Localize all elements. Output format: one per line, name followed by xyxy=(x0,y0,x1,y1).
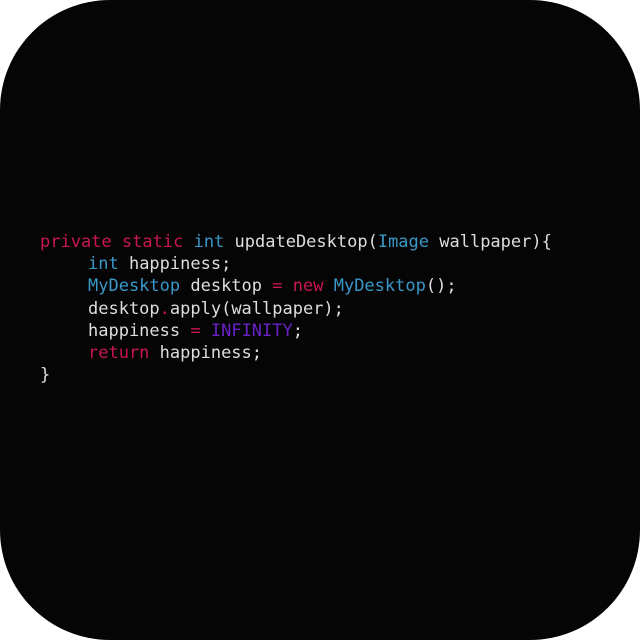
code-token-text: happiness; xyxy=(149,342,263,363)
code-token-text: happiness; xyxy=(118,254,232,275)
code-line: happiness = INFINITY; xyxy=(40,320,552,342)
code-line: } xyxy=(40,364,552,386)
code-token-type: MyDesktop xyxy=(88,276,181,297)
code-token-text: wallpaper){ xyxy=(429,232,552,252)
code-token-keyword: return xyxy=(88,342,150,363)
code-token-text: (); xyxy=(425,276,457,297)
code-token-type: int xyxy=(193,232,225,252)
code-token-constant: INFINITY xyxy=(210,320,293,341)
code-token-text: ; xyxy=(292,320,303,341)
code-token-text: desktop xyxy=(88,298,160,319)
code-line: MyDesktop desktop = new MyDesktop(); xyxy=(40,275,552,297)
code-token-type: int xyxy=(88,254,119,275)
code-line: int happiness; xyxy=(40,253,552,275)
code-token-text: } xyxy=(40,365,51,386)
code-token-type: MyDesktop xyxy=(333,276,426,297)
wallpaper-tile: private static int updateDesktop(Image w… xyxy=(0,0,640,640)
code-snippet: private static int updateDesktop(Image w… xyxy=(40,231,552,386)
code-token-text: updateDesktop( xyxy=(224,232,378,252)
code-token-operator: = xyxy=(190,320,201,341)
code-token-operator: = xyxy=(272,276,283,297)
code-token-keyword: private xyxy=(40,232,112,252)
code-token-text: desktop xyxy=(180,276,273,297)
code-line: desktop.apply(wallpaper); xyxy=(40,298,552,320)
code-token-text: happiness xyxy=(88,320,191,341)
code-line: private static int updateDesktop(Image w… xyxy=(40,231,552,253)
code-token-text: apply(wallpaper); xyxy=(169,298,344,319)
code-line: return happiness; xyxy=(40,342,552,364)
code-token-operator: . xyxy=(159,298,170,319)
code-token-keyword: new xyxy=(292,276,324,297)
code-token-type: Image xyxy=(377,232,430,252)
code-token-keyword: static xyxy=(121,232,184,252)
